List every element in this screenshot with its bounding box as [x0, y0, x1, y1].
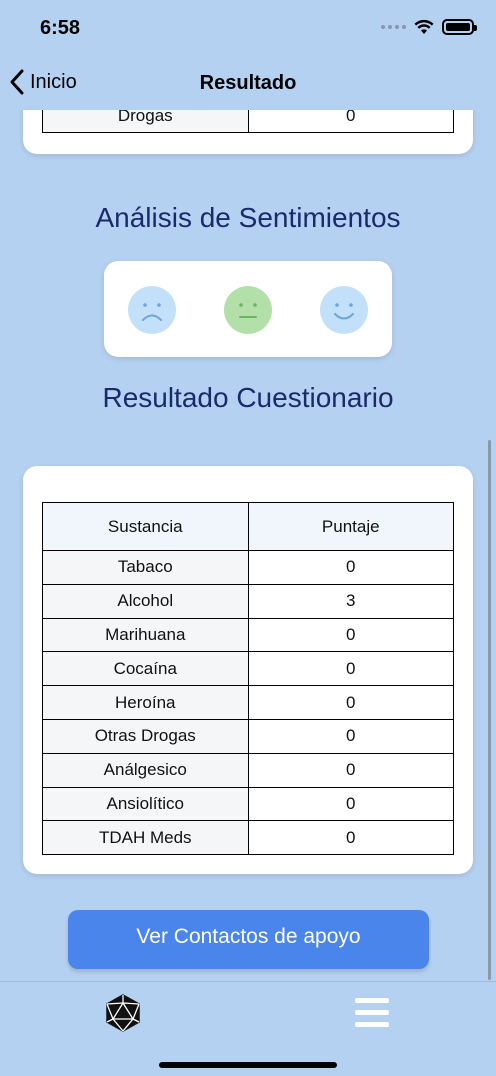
status-bar: 6:58 — [0, 0, 496, 56]
cell-sustancia: Otras Drogas — [42, 718, 249, 754]
table-row: Marihuana 0 — [42, 617, 454, 653]
cell-sustancia: Análgesico — [42, 752, 249, 788]
status-time: 6:58 — [40, 17, 81, 39]
table-row: Heroína 0 — [42, 685, 454, 720]
tab-bar — [0, 981, 496, 1076]
table-row: Drogas 0 — [42, 110, 454, 133]
table-header-row: Sustancia Puntaje — [42, 502, 454, 551]
d20-dice-icon[interactable] — [104, 994, 142, 1032]
sad-face-icon[interactable] — [128, 286, 176, 334]
cell-puntaje: 0 — [247, 685, 454, 720]
support-contacts-button[interactable]: Ver Contactos de apoyo — [68, 910, 429, 969]
cell-puntaje: 0 — [247, 651, 454, 687]
hamburger-menu-icon[interactable] — [355, 998, 389, 1028]
cell-puntaje: 0 — [247, 550, 454, 585]
scrollbar[interactable] — [488, 440, 491, 980]
home-indicator — [159, 1062, 337, 1068]
signal-icon — [381, 25, 406, 29]
navigation-bar: Inicio Resultado — [0, 56, 496, 110]
questionnaire-title: Resultado Cuestionario — [102, 382, 394, 413]
happy-face-icon[interactable] — [320, 286, 368, 334]
table-row: Ansiolítico 0 — [42, 786, 454, 822]
table-row: Tabaco 0 — [42, 550, 454, 585]
cell-sustancia: Heroína — [42, 685, 249, 720]
cell-puntaje: 0 — [247, 617, 454, 653]
cell-sustancia: Marihuana — [42, 617, 249, 653]
cell-puntaje: 0 — [247, 786, 454, 822]
table-row: Cocaína 0 — [42, 651, 454, 687]
table-row: TDAH Meds 0 — [42, 820, 454, 856]
cell-puntaje: 0 — [247, 752, 454, 788]
cell-puntaje: 0 — [247, 820, 454, 856]
table-row: Alcohol 3 — [42, 583, 454, 619]
cell-sustancia: Drogas — [42, 110, 249, 133]
cell-sustancia: TDAH Meds — [42, 820, 249, 856]
wifi-icon — [414, 19, 434, 34]
cell-sustancia: Tabaco — [42, 550, 249, 585]
questionnaire-card: Sustancia Puntaje Tabaco 0 Alcohol 3 Marihua… — [23, 466, 473, 874]
questionnaire-table: Sustancia Puntaje Tabaco 0 Alcohol 3 Marihua… — [42, 502, 454, 856]
header-puntaje: Puntaje — [247, 502, 454, 551]
sentiment-title: Análisis de Sentimientos — [95, 202, 401, 233]
table-row: Análgesico 0 — [42, 752, 454, 788]
status-icons — [381, 19, 477, 35]
battery-icon — [442, 19, 477, 35]
table-row: Otras Drogas 0 — [42, 718, 454, 754]
cell-sustancia: Ansiolítico — [42, 786, 249, 822]
cell-puntaje: 0 — [247, 110, 454, 133]
cell-sustancia: Cocaína — [42, 651, 249, 687]
header-sustancia: Sustancia — [42, 502, 249, 551]
previous-results-table: Drogas 0 — [42, 110, 454, 133]
neutral-face-icon[interactable] — [224, 286, 272, 334]
scroll-content[interactable]: Drogas 0 Análisis de Sentimientos Result… — [0, 110, 496, 980]
sentiment-card — [104, 261, 392, 357]
page-title: Resultado — [199, 72, 297, 94]
cell-puntaje: 0 — [247, 718, 454, 754]
cell-puntaje: 3 — [247, 583, 454, 619]
cell-sustancia: Alcohol — [42, 583, 249, 619]
previous-results-card: Drogas 0 — [23, 110, 473, 154]
